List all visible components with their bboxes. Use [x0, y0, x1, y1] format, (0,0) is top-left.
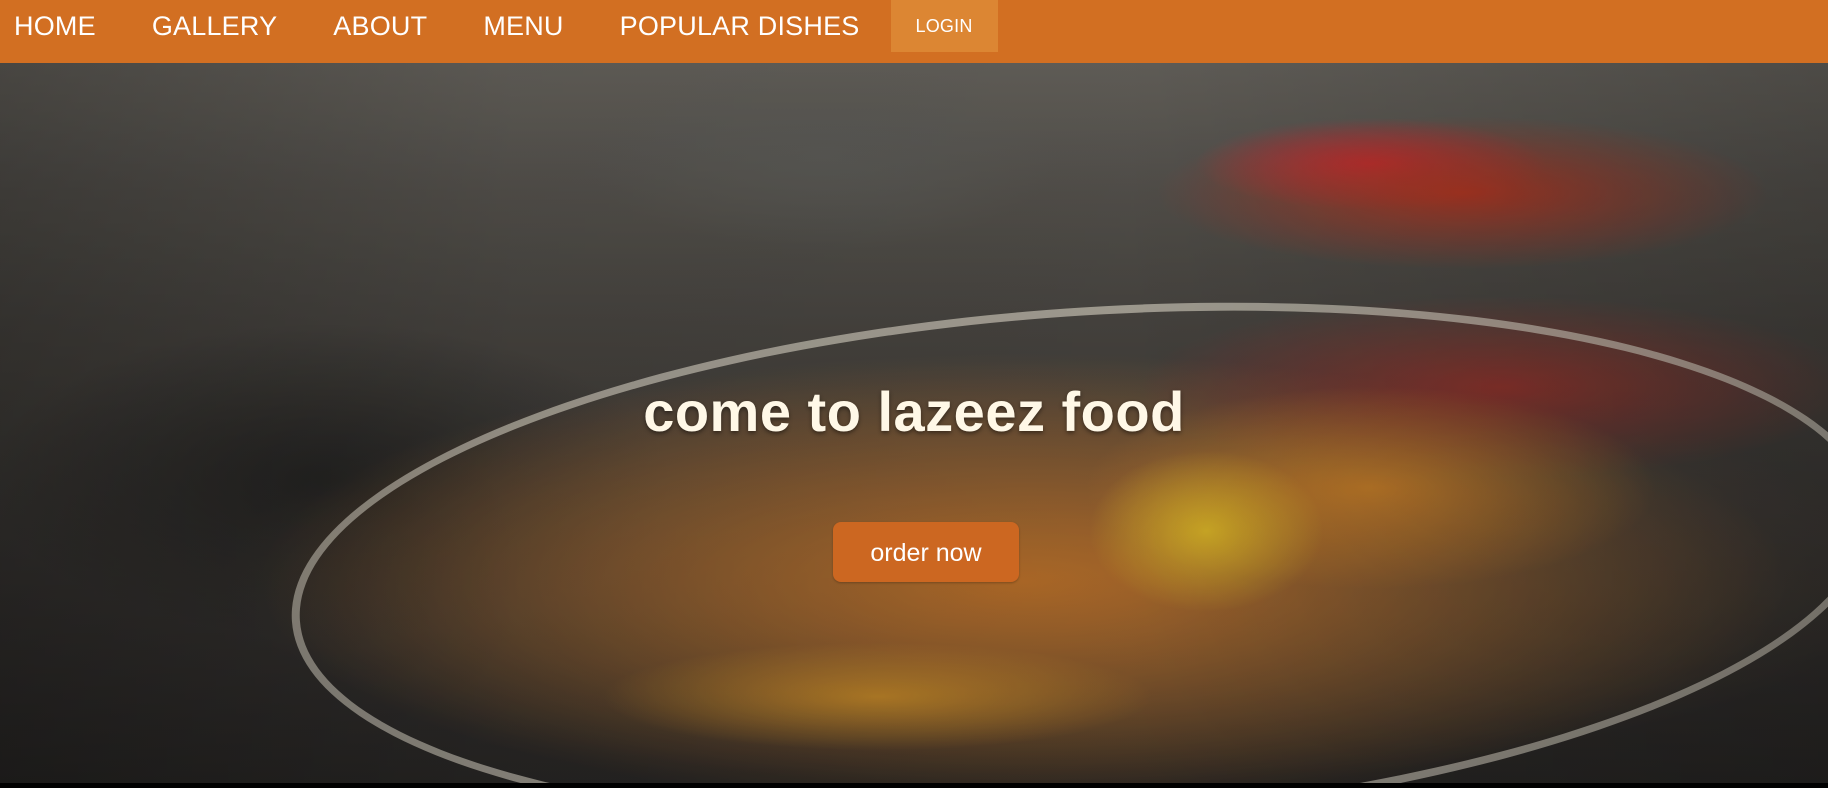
- hero-title: come to lazeez food: [643, 380, 1185, 443]
- nav-about-link[interactable]: ABOUT: [305, 0, 455, 52]
- nav-home-link[interactable]: HOME: [0, 0, 124, 52]
- hero-content: come to lazeez food order now: [0, 63, 1828, 783]
- hero-section: come to lazeez food order now: [0, 63, 1828, 783]
- nav-menu-link[interactable]: MENU: [455, 0, 591, 52]
- nav-gallery-link[interactable]: GALLERY: [124, 0, 305, 52]
- top-navigation: HOME GALLERY ABOUT MENU POPULAR DISHES L…: [0, 0, 1828, 63]
- nav-popular-dishes-link[interactable]: POPULAR DISHES: [592, 0, 888, 52]
- page: HOME GALLERY ABOUT MENU POPULAR DISHES L…: [0, 0, 1828, 788]
- nav-login-button[interactable]: LOGIN: [890, 0, 998, 52]
- order-now-button[interactable]: order now: [833, 522, 1019, 582]
- navigation-list: HOME GALLERY ABOUT MENU POPULAR DISHES L…: [0, 0, 1828, 52]
